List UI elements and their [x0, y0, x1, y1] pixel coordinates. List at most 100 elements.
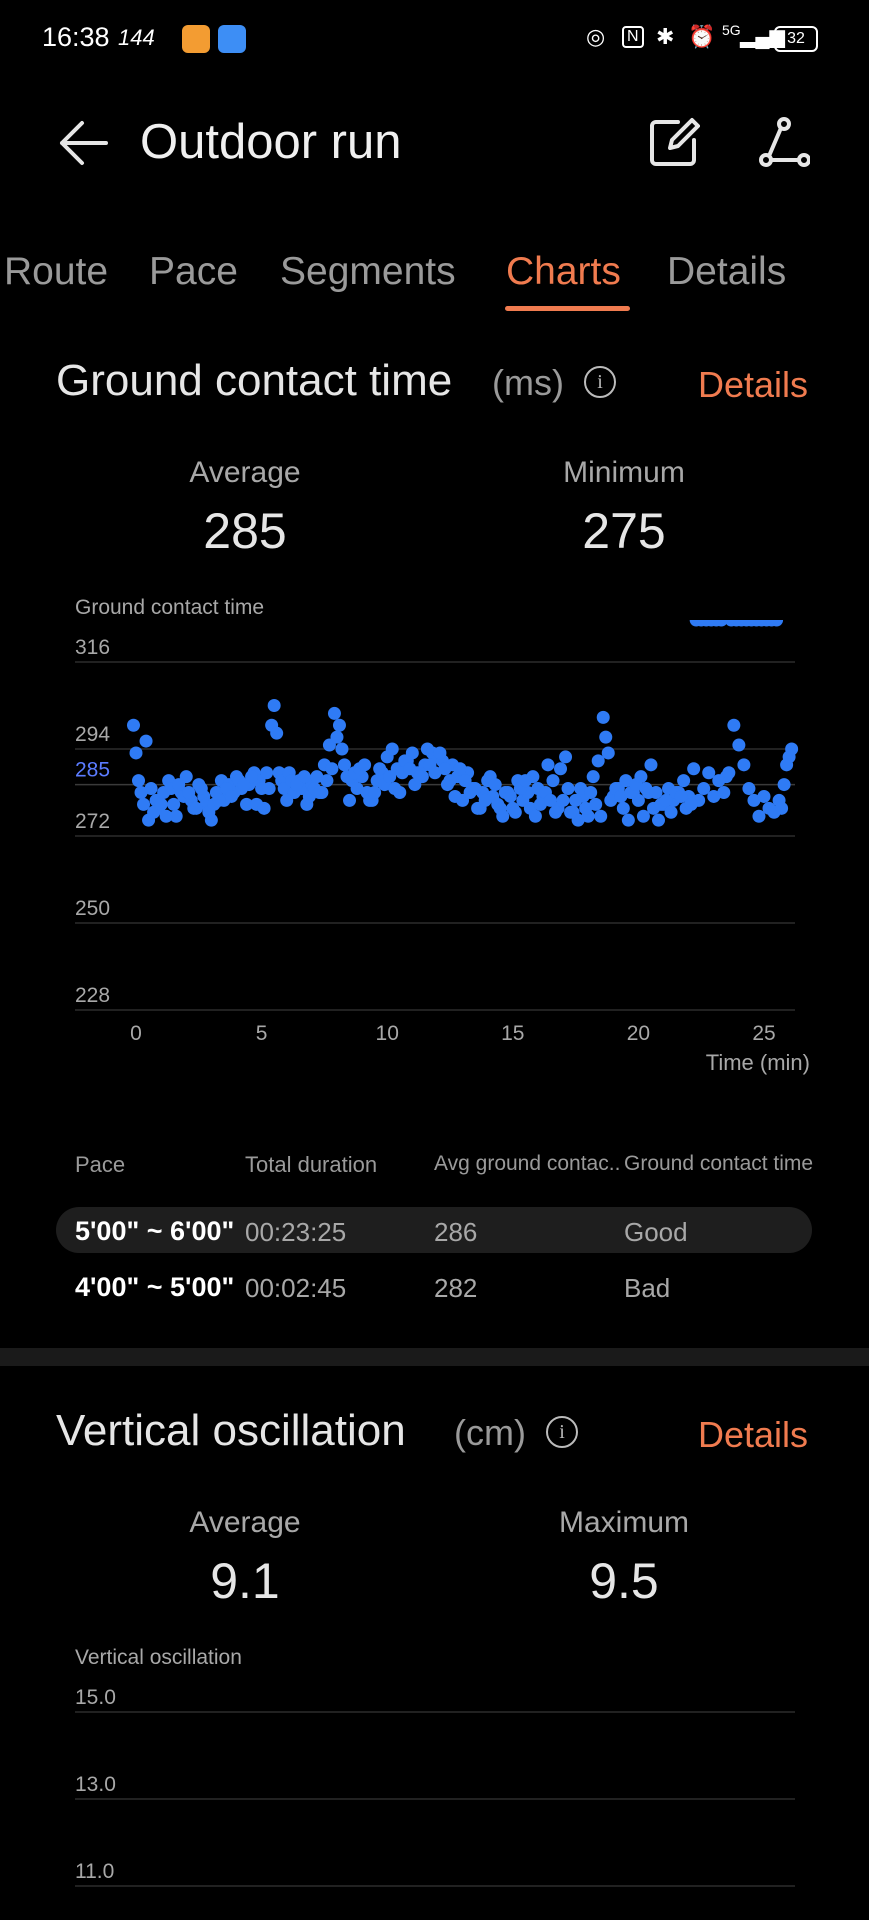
status-time: 16:38	[42, 22, 110, 52]
data-point	[722, 766, 736, 780]
data-point	[189, 801, 203, 815]
y-tick-label: 11.0	[75, 1860, 114, 1883]
data-point	[684, 797, 698, 811]
tab-route[interactable]: Route	[4, 250, 108, 294]
tab-details[interactable]: Details	[667, 250, 786, 294]
table-header-avg: Avg ground contac...	[434, 1152, 620, 1175]
data-point	[687, 762, 701, 776]
data-point	[546, 774, 560, 788]
table-row-1-duration: 00:23:25	[245, 1217, 347, 1247]
data-point	[468, 782, 482, 796]
data-point	[325, 762, 339, 776]
data-point	[257, 801, 271, 815]
data-point	[327, 706, 341, 720]
data-point	[596, 710, 610, 724]
vo-maximum-label: Maximum	[558, 1506, 689, 1539]
gct-minimum-label: Minimum	[563, 456, 685, 489]
data-point	[343, 793, 357, 807]
vo-chart: 15.0 13.0 11.0	[75, 1686, 795, 1887]
vo-details-link[interactable]: Details	[698, 1414, 808, 1456]
gct-average-value: 285	[203, 503, 287, 559]
data-point	[385, 742, 399, 756]
data-point	[245, 770, 259, 784]
vo-average-label: Average	[189, 1506, 301, 1539]
data-point	[448, 789, 462, 803]
x-tick-label: 25	[752, 1022, 775, 1045]
edit-icon[interactable]	[648, 116, 700, 168]
data-point	[478, 793, 492, 807]
data-point	[599, 730, 613, 744]
data-point	[621, 813, 635, 827]
data-point	[413, 770, 427, 784]
data-point	[584, 786, 598, 799]
y-tick-label: 15.0	[75, 1686, 116, 1709]
data-point	[737, 758, 751, 772]
data-point	[508, 805, 522, 819]
tab-segments[interactable]: Segments	[280, 250, 456, 294]
tab-pace[interactable]: Pace	[149, 250, 238, 294]
data-point	[757, 789, 771, 803]
gct-info-icon[interactable]: i	[584, 366, 616, 398]
data-point	[780, 758, 794, 772]
alarm-icon: ⏰	[688, 24, 716, 49]
x-tick-label: 10	[376, 1022, 399, 1045]
nfc-icon: N	[622, 26, 644, 48]
table-row-2-duration: 00:02:45	[245, 1273, 347, 1303]
data-point	[132, 774, 146, 788]
table-row-1-pace: 5'00" ~ 6'00"	[75, 1216, 235, 1246]
vo-unit: (cm)	[454, 1412, 526, 1453]
table-header-duration: Total duration	[245, 1152, 378, 1177]
data-point	[438, 762, 452, 776]
x-tick-label: 15	[501, 1022, 524, 1045]
gct-details-link[interactable]: Details	[698, 364, 808, 406]
data-point	[561, 782, 575, 796]
data-point	[559, 750, 573, 764]
data-point	[616, 801, 630, 815]
vo-section-title: Vertical oscillation	[56, 1406, 406, 1455]
data-point	[717, 786, 731, 799]
data-point	[634, 770, 648, 784]
table-row-1-avg: 286	[434, 1217, 478, 1247]
data-point	[267, 699, 281, 712]
data-point	[393, 786, 407, 799]
app-notification-icon	[182, 25, 210, 53]
data-point	[493, 801, 507, 815]
data-point	[549, 805, 563, 819]
data-point	[270, 726, 284, 740]
vo-chart-name: Vertical oscillation	[75, 1646, 242, 1669]
data-point	[589, 797, 603, 811]
table-header-rating: Ground contact time	[624, 1152, 814, 1175]
table-row-1-rating: Good	[624, 1217, 688, 1247]
data-point	[159, 809, 173, 823]
data-point	[518, 774, 532, 788]
data-point	[139, 734, 153, 748]
back-arrow-icon[interactable]	[58, 120, 108, 166]
data-point	[335, 742, 349, 756]
y-tick-label: 272	[75, 810, 110, 833]
table-row-2-pace: 4'00" ~ 5'00"	[75, 1272, 235, 1302]
y-tick-label: 13.0	[75, 1773, 116, 1796]
network-label: 5G	[722, 22, 741, 38]
data-point	[677, 774, 691, 788]
x-tick-label: 0	[130, 1022, 142, 1045]
gct-chart-name: Ground contact time	[75, 596, 265, 619]
calendar-notification-icon	[218, 25, 246, 53]
data-point	[564, 805, 578, 819]
data-point	[541, 758, 555, 772]
page-title: Outdoor run	[140, 115, 402, 169]
gct-minimum-value: 275	[582, 503, 666, 559]
data-point	[727, 718, 741, 732]
data-point	[224, 789, 238, 803]
refresh-rate: 144	[118, 25, 155, 50]
vo-info-icon[interactable]: i	[546, 1416, 578, 1448]
y-tick-label: 285	[75, 759, 110, 782]
data-point	[194, 782, 208, 796]
data-point	[777, 778, 791, 792]
data-point	[594, 809, 608, 823]
route-share-icon[interactable]	[758, 116, 810, 168]
table-header-pace: Pace	[75, 1152, 126, 1177]
vo-average-value: 9.1	[210, 1553, 280, 1609]
data-point	[134, 786, 148, 799]
tab-charts[interactable]: Charts	[506, 250, 621, 294]
y-tick-label: 228	[75, 984, 110, 1007]
